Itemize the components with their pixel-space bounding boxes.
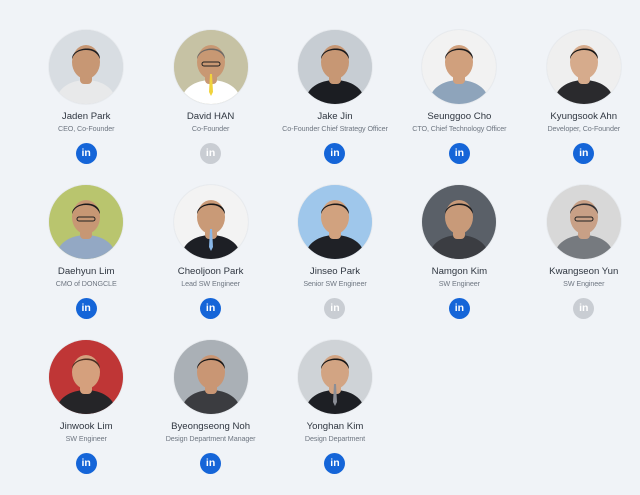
team-member-name: Seunggoo Cho [427, 111, 492, 122]
team-member-title: Co-Founder Chief Strategy Officer [282, 124, 388, 133]
team-member-avatar [297, 340, 372, 414]
team-member-title: SW Engineer [563, 279, 605, 288]
team-member-avatar [173, 30, 248, 104]
team-member-title: SW Engineer [438, 279, 480, 288]
team-member-avatar [422, 30, 497, 104]
team-member-name: Kyungsook Ahn [550, 111, 618, 122]
team-member-card: Namgon Kim SW Engineer in [397, 185, 521, 340]
team-member-title: Senior SW Engineer [303, 279, 367, 288]
team-member-avatar [546, 30, 621, 104]
team-member-card: Byeongseong Noh Design Department Manage… [148, 340, 272, 495]
linkedin-icon[interactable]: in [75, 453, 97, 474]
team-member-title: Co-Founder [191, 124, 230, 133]
team-member-card: Jinseo Park Senior SW Engineer in [273, 185, 397, 340]
team-member-name: Cheoljoon Park [177, 266, 244, 277]
team-member-avatar [49, 30, 124, 104]
team-member-card: David HAN Co-Founder in [148, 30, 272, 185]
team-member-name: Yonghan Kim [306, 421, 364, 432]
team-member-avatar [173, 185, 248, 259]
team-member-avatar [49, 340, 124, 414]
team-member-name: Jinseo Park [309, 266, 361, 277]
team-member-card: Cheoljoon Park Lead SW Engineer in [148, 185, 272, 340]
team-member-card: Jake Jin Co-Founder Chief Strategy Offic… [273, 30, 397, 185]
team-member-name: David HAN [186, 111, 235, 122]
team-member-avatar [297, 30, 372, 104]
linkedin-icon[interactable]: in [200, 453, 222, 474]
team-member-title: CTO, Chief Technology Officer [412, 124, 507, 133]
linkedin-icon: in [573, 298, 595, 319]
team-member-name: Kwangseon Yun [549, 266, 619, 277]
linkedin-icon[interactable]: in [448, 143, 470, 164]
team-member-avatar [422, 185, 497, 259]
team-member-card: Daehyun Lim CMO of DONGCLE in [24, 185, 148, 340]
team-member-title: SW Engineer [65, 434, 107, 443]
linkedin-icon: in [200, 143, 222, 164]
linkedin-icon[interactable]: in [448, 298, 470, 319]
linkedin-icon[interactable]: in [75, 298, 97, 319]
linkedin-icon: in [324, 298, 346, 319]
team-member-card: Jinwook Lim SW Engineer in [24, 340, 148, 495]
team-member-name: Jaden Park [61, 111, 111, 122]
team-member-card: Kwangseon Yun SW Engineer in [522, 185, 640, 340]
team-member-title: Lead SW Engineer [181, 279, 240, 288]
team-member-title: Design Department Manager [165, 434, 256, 443]
team-member-name: Jake Jin [317, 111, 353, 122]
team-member-card: Seunggoo Cho CTO, Chief Technology Offic… [397, 30, 521, 185]
team-member-title: CEO, Co-Founder [57, 124, 115, 133]
team-member-card: Yonghan Kim Design Department in [273, 340, 397, 495]
linkedin-icon[interactable]: in [200, 298, 222, 319]
team-member-title: CMO of DONGCLE [55, 279, 117, 288]
team-grid: Jaden Park CEO, Co-Founder in David HAN … [24, 30, 640, 495]
team-member-title: Design Department [304, 434, 366, 443]
team-member-avatar [49, 185, 124, 259]
team-member-title: Developer, Co-Founder [547, 124, 621, 133]
team-member-card: Kyungsook Ahn Developer, Co-Founder in [522, 30, 640, 185]
team-member-name: Namgon Kim [431, 266, 488, 277]
team-member-avatar [546, 185, 621, 259]
team-member-card: Jaden Park CEO, Co-Founder in [24, 30, 148, 185]
linkedin-icon[interactable]: in [573, 143, 595, 164]
team-member-name: Daehyun Lim [57, 266, 115, 277]
team-member-avatar [297, 185, 372, 259]
linkedin-icon[interactable]: in [324, 453, 346, 474]
team-member-name: Jinwook Lim [59, 421, 113, 432]
linkedin-icon[interactable]: in [324, 143, 346, 164]
team-member-avatar [173, 340, 248, 414]
team-member-name: Byeongseong Noh [171, 421, 251, 432]
linkedin-icon[interactable]: in [75, 143, 97, 164]
